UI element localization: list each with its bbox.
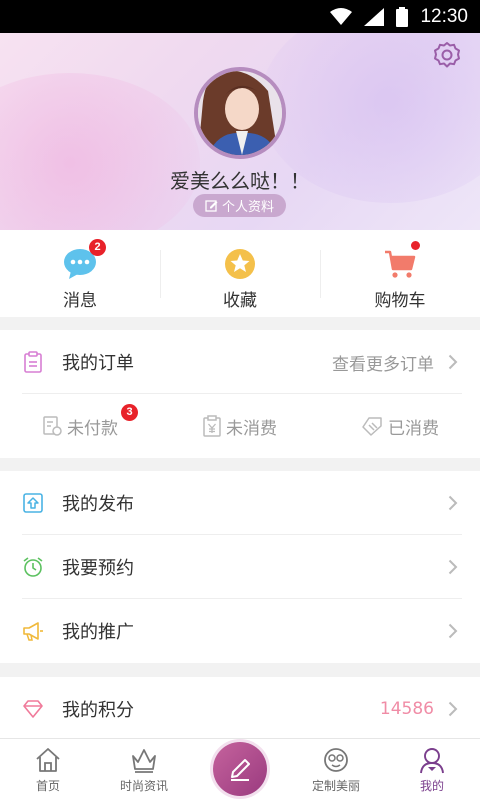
edit-profile-label: 个人资料 [221,200,274,215]
signal-icon [364,7,385,26]
unpaid-icon [43,416,62,436]
tab-custom-beauty-label: 定制美丽 [311,779,360,793]
publish-fab-button[interactable] [213,742,267,796]
wifi-icon [330,7,353,25]
diamond-icon [23,700,43,718]
crown-icon [132,749,156,773]
my-points-row[interactable]: 我的积分 14586 [0,677,480,741]
megaphone-icon [23,622,43,641]
more-orders-link[interactable]: 查看更多订单 [332,350,434,375]
edit-icon [205,200,218,212]
my-publish-row[interactable]: 我的发布 [0,471,480,535]
unconsumed-icon [203,415,221,437]
my-orders-row[interactable]: 我的订单 查看更多订单 [0,330,480,394]
order-status-unconsumed-label: 未消费 [226,418,277,439]
quick-label-messages: 消息 [63,291,97,311]
quick-actions: 2 消息 收藏 购物车 [0,230,480,317]
my-points-label: 我的积分 [62,700,134,721]
chevron-right-icon [448,354,458,370]
edit-profile-button[interactable]: 个人资料 [193,194,286,217]
alarm-clock-icon [23,557,43,577]
order-status-unpaid-label: 未付款 [67,418,118,439]
quick-label-favorites: 收藏 [223,291,257,311]
username: 爱美么么哒！！ [170,169,310,193]
status-time: 12:30 [420,5,468,27]
tab-home[interactable]: 首页 [0,739,96,800]
reserve-row[interactable]: 我要预约 [0,535,480,599]
tab-home-label: 首页 [35,779,60,793]
menu-card: 我的发布 我要预约 我的推广 [0,471,480,663]
consumed-icon [362,417,382,436]
tab-custom-beauty[interactable]: 定制美丽 [288,739,384,800]
messages-badge: 2 [89,239,106,256]
reserve-label: 我要预约 [62,558,134,579]
avatar[interactable] [194,67,286,159]
quick-item-favorites[interactable]: 收藏 [160,230,320,317]
order-status-consumed-label: 已消费 [388,418,439,439]
my-promote-label: 我的推广 [62,622,134,643]
quick-item-messages[interactable]: 2 消息 [0,230,160,317]
points-card: 我的积分 14586 [0,677,480,738]
order-status-consumed[interactable]: 已消费 [320,394,480,458]
pencil-icon [231,759,250,781]
points-value: 14586 [379,699,434,719]
my-orders-label: 我的订单 [62,353,134,374]
tab-fashion[interactable]: 时尚资讯 [96,739,192,800]
order-status-unpaid[interactable]: 未付款 3 [0,394,160,458]
quick-item-cart[interactable]: 购物车 [320,230,480,317]
profile-icon [420,748,444,774]
cart-dot [411,241,420,250]
tab-fashion-label: 时尚资讯 [119,779,168,793]
my-promote-row[interactable]: 我的推广 [0,599,480,663]
status-bar: 12:30 [0,0,480,33]
order-status-row: 未付款 3 未消费 已消费 [0,394,480,458]
chevron-right-icon [448,559,458,575]
order-list-icon [24,351,42,373]
chevron-right-icon [448,495,458,511]
face-icon [324,748,348,772]
my-publish-label: 我的发布 [62,494,134,515]
order-status-unconsumed[interactable]: 未消费 [160,394,320,458]
settings-gear-icon[interactable] [433,41,461,69]
unpaid-badge: 3 [121,404,138,421]
profile-header: 爱美么么哒！！ 个人资料 [0,33,480,230]
home-icon [36,748,60,772]
chevron-right-icon [448,623,458,639]
orders-card: 我的订单 查看更多订单 未付款 3 未消费 已消费 [0,330,480,458]
chevron-right-icon [448,701,458,717]
battery-icon [396,6,409,27]
quick-label-cart: 购物车 [374,291,426,311]
star-icon [225,249,255,279]
tab-mine[interactable]: 我的 [384,739,480,800]
tab-mine-label: 我的 [419,779,444,793]
cart-icon [385,250,416,278]
publish-icon [23,493,43,513]
